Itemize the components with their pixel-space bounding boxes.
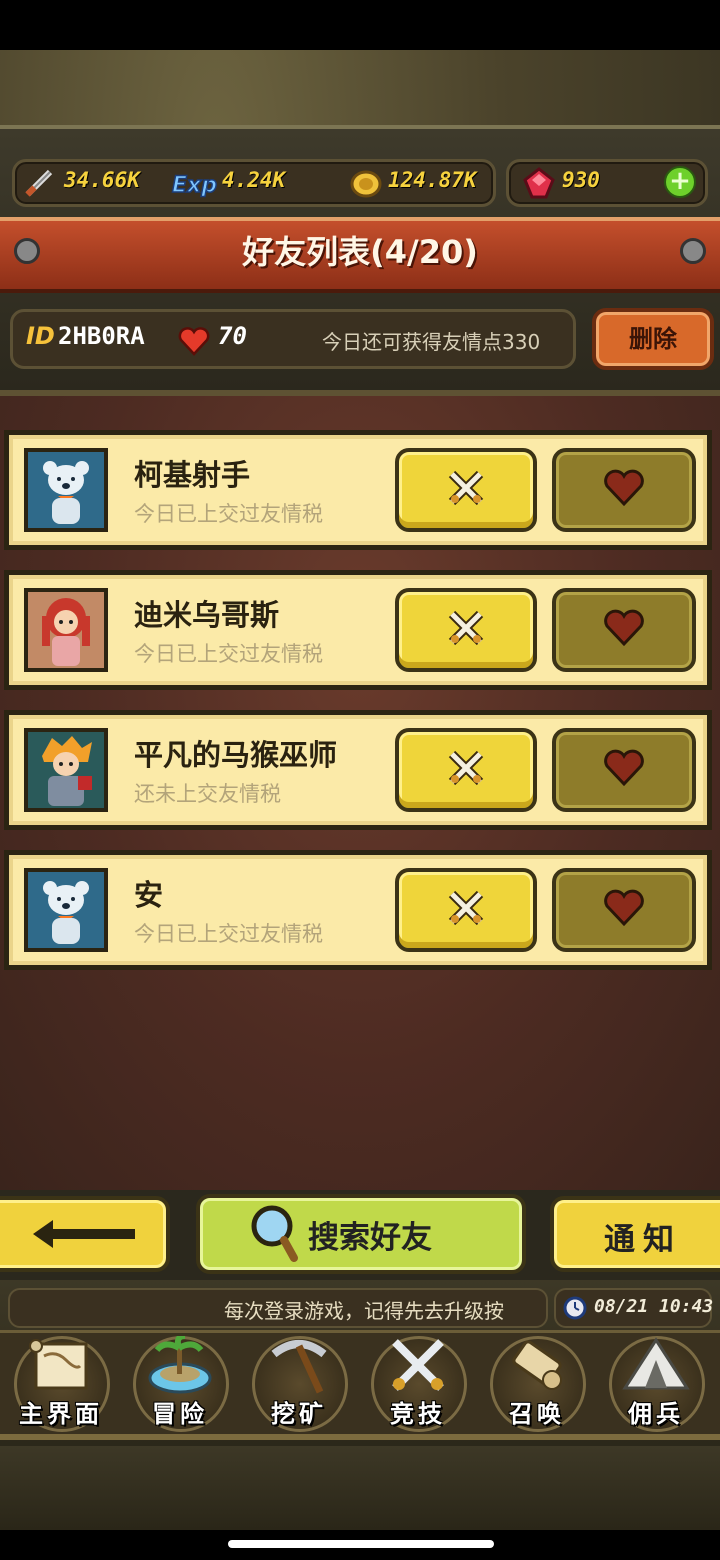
nav-label: 主界面 — [19, 1400, 103, 1428]
friend-avatar[interactable] — [24, 868, 108, 952]
id-label: ID — [26, 322, 55, 350]
crossed-swords-icon — [383, 1336, 453, 1400]
magnifier-icon — [251, 1205, 298, 1262]
home-indicator — [228, 1540, 494, 1548]
friend-status: 今日已上交过友情税 — [134, 922, 323, 946]
nav-item[interactable]: 挖矿 — [240, 1332, 358, 1436]
nav-label: 冒险 — [152, 1400, 208, 1428]
nav-item[interactable]: 冒险 — [121, 1332, 239, 1436]
friend-points: 70 — [218, 322, 247, 350]
exp-value: 4.24K — [222, 168, 286, 192]
add-gems-button[interactable]: + — [664, 166, 696, 198]
nav-label: 召唤 — [509, 1400, 565, 1428]
page-title: 好友列表(4/20) — [242, 233, 478, 271]
heart-icon — [602, 608, 646, 652]
back-button[interactable] — [0, 1196, 170, 1272]
crossed-swords-icon — [444, 466, 488, 514]
friend-avatar[interactable] — [24, 728, 108, 812]
nav-label: 竞技 — [390, 1400, 446, 1428]
map-background-bottom — [0, 1446, 720, 1530]
status-bar — [0, 0, 720, 50]
friend-avatar[interactable] — [24, 588, 108, 672]
delete-button[interactable]: 删除 — [592, 308, 714, 370]
challenge-button[interactable] — [395, 588, 537, 672]
attack-value: 34.66K — [64, 168, 140, 192]
player-id: 2HB0RA — [58, 322, 145, 350]
friend-status: 今日已上交过友情税 — [134, 642, 323, 666]
crossed-swords-icon — [444, 886, 488, 934]
pickaxe-icon — [264, 1336, 334, 1400]
friend-name: 平凡的马猴巫师 — [134, 738, 338, 772]
svg-text:Exp: Exp — [172, 173, 217, 198]
send-heart-button[interactable] — [552, 728, 696, 812]
arrow-left-icon — [32, 1220, 135, 1248]
notify-label: 通知 — [604, 1222, 682, 1258]
nav-item[interactable]: 主界面 — [2, 1332, 120, 1436]
clock-icon — [563, 1296, 587, 1320]
nav-item[interactable]: 召唤 — [478, 1332, 596, 1436]
sword-icon — [25, 169, 53, 197]
send-heart-button[interactable] — [552, 448, 696, 532]
nav-label: 挖矿 — [271, 1400, 327, 1428]
summon-scroll-icon — [502, 1336, 572, 1400]
challenge-button[interactable] — [395, 448, 537, 532]
heart-icon — [602, 748, 646, 792]
friend-avatar[interactable] — [24, 448, 108, 532]
island-icon — [145, 1333, 215, 1400]
challenge-button[interactable] — [395, 868, 537, 952]
heart-icon — [602, 468, 646, 512]
nav-item[interactable]: 佣兵 — [597, 1332, 715, 1436]
gold-coin-icon — [350, 170, 382, 198]
crossed-swords-icon — [444, 746, 488, 794]
search-friends-label: 搜索好友 — [308, 1220, 432, 1256]
heart-icon — [602, 888, 646, 932]
gem-value: 930 — [562, 168, 600, 192]
ticker-text: 每次登录游戏，记得先去升级按 — [224, 1299, 504, 1323]
send-heart-button[interactable] — [552, 588, 696, 672]
clock-time: 08/21 10:43 — [594, 1296, 714, 1317]
friend-status: 今日已上交过友情税 — [134, 502, 323, 526]
nav-item[interactable]: 竞技 — [359, 1332, 477, 1436]
friend-name: 安 — [134, 878, 164, 912]
friend-status: 还未上交友情税 — [134, 782, 281, 806]
nav-label: 佣兵 — [628, 1400, 684, 1428]
ruby-icon — [523, 167, 555, 199]
crossed-swords-icon — [444, 606, 488, 654]
send-heart-button[interactable] — [552, 868, 696, 952]
gold-value: 124.87K — [388, 168, 477, 192]
heart-icon — [178, 327, 210, 356]
exp-icon: Exp — [171, 172, 217, 199]
scroll-map-icon — [26, 1336, 96, 1400]
tent-icon — [621, 1336, 691, 1400]
friend-name: 柯基射手 — [134, 458, 251, 492]
challenge-button[interactable] — [395, 728, 537, 812]
daily-quota-text: 今日还可获得友情点330 — [322, 330, 541, 354]
friend-name: 迪米乌哥斯 — [134, 598, 280, 632]
